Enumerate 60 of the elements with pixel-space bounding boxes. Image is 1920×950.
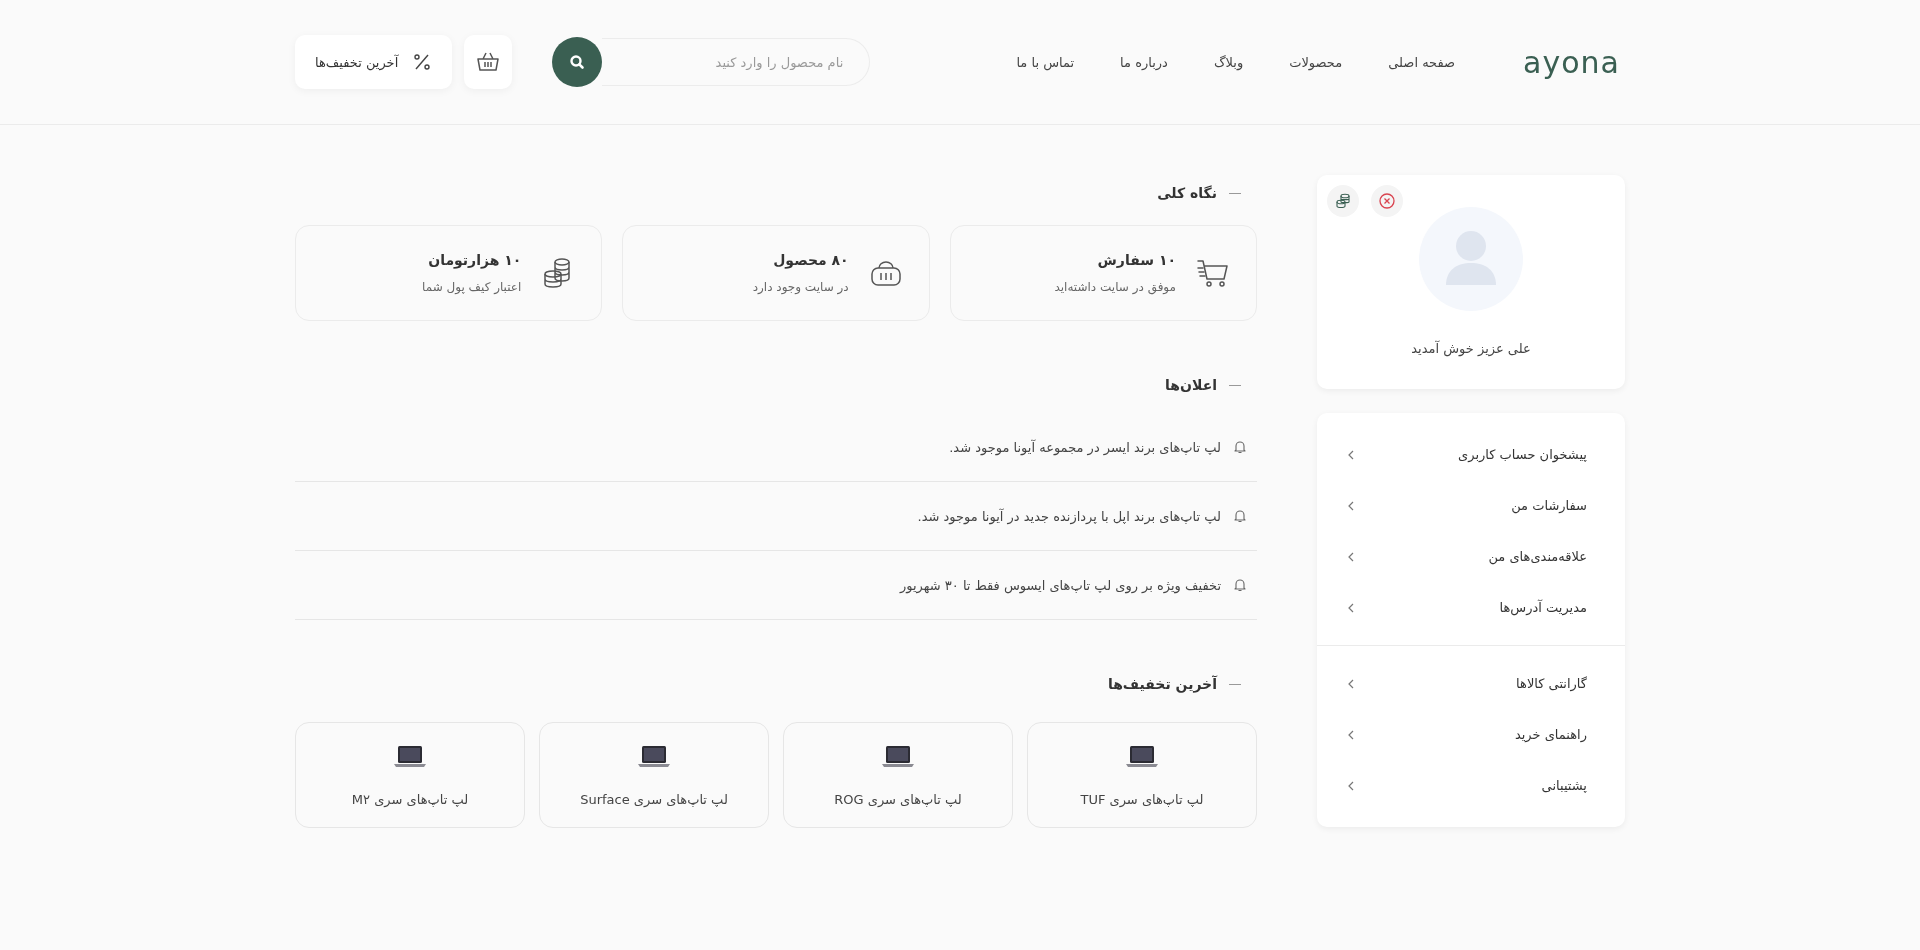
laptop-drawing bbox=[637, 743, 671, 770]
announcement-text: تخفیف ویژه بر روی لپ تاپ‌های ایسوس فقط تا ۳۰ شهریور bbox=[900, 577, 1221, 593]
menu-item[interactable]: گارانتی کالاها bbox=[1317, 658, 1625, 709]
logout-button[interactable] bbox=[1371, 185, 1403, 217]
chevron-icon bbox=[1347, 677, 1355, 690]
chevron-icon bbox=[1347, 728, 1355, 741]
product-card[interactable]: لپ تاپ‌های سری Surface bbox=[539, 722, 769, 828]
product-card[interactable]: لپ تاپ‌های سری M۲ bbox=[295, 722, 525, 828]
chevron-icon bbox=[1347, 499, 1355, 512]
product-title: لپ تاپ‌های سری ROG bbox=[834, 791, 962, 807]
stat-caption: موفق در سایت داشته‌اید bbox=[1054, 280, 1176, 294]
menu-item[interactable]: علاقه‌مندی‌های من bbox=[1317, 531, 1625, 582]
menu-item[interactable]: پیشخوان حساب کاربری bbox=[1317, 429, 1625, 480]
menu-item[interactable]: راهنمای خرید bbox=[1317, 709, 1625, 760]
search-icon bbox=[569, 54, 586, 70]
menu-item[interactable]: پشتیبانی bbox=[1317, 760, 1625, 811]
product-card[interactable]: لپ تاپ‌های سری ROG bbox=[783, 722, 1013, 828]
product-card[interactable]: لپ تاپ‌های سری TUF bbox=[1027, 722, 1257, 828]
nav-link[interactable]: محصولات bbox=[1289, 54, 1343, 70]
section-title: آخرین تخفیف‌ها bbox=[1107, 676, 1217, 692]
chevron-icon bbox=[1347, 448, 1355, 461]
percent-icon bbox=[412, 52, 433, 72]
product-title: لپ تاپ‌های سری M۲ bbox=[351, 791, 469, 807]
chevron-icon bbox=[1347, 779, 1355, 792]
stat-caption: اعتبار کیف پول شما bbox=[422, 280, 522, 294]
product-title: لپ تاپ‌های سری Surface bbox=[580, 791, 728, 807]
stat-caption: در سایت وجود دارد bbox=[752, 280, 849, 294]
stat-value: ۸۰ محصول bbox=[772, 252, 849, 268]
coins-icon bbox=[1334, 192, 1352, 210]
section-title: اعلان‌ها bbox=[1165, 377, 1217, 393]
nav-link[interactable]: صفحه اصلی bbox=[1388, 54, 1456, 70]
basket-button[interactable] bbox=[464, 35, 513, 89]
search-field[interactable]: نام محصول را وارد کنید bbox=[602, 38, 871, 86]
section-title: نگاه کلی bbox=[1157, 185, 1217, 201]
basket-icon bbox=[476, 51, 501, 73]
bell-icon bbox=[1233, 440, 1247, 454]
search-button[interactable] bbox=[552, 37, 603, 87]
nav-link[interactable]: تماس با ما bbox=[1016, 54, 1075, 70]
chevron-icon bbox=[1347, 601, 1355, 614]
laptop-drawing bbox=[1125, 743, 1159, 770]
stat-value: ۱۰ هزارتومان bbox=[427, 252, 522, 268]
laptop-drawing bbox=[881, 743, 915, 770]
bell-icon bbox=[1233, 509, 1247, 523]
menu-item[interactable]: مدیریت آدرس‌ها bbox=[1317, 582, 1625, 633]
nav-link[interactable]: وبلاگ bbox=[1213, 54, 1244, 70]
chevron-icon bbox=[1347, 550, 1355, 563]
bell-icon bbox=[1233, 578, 1247, 592]
close-icon bbox=[1378, 192, 1396, 210]
menu-item[interactable]: سفارشات من bbox=[1317, 480, 1625, 531]
laptop-drawing bbox=[393, 743, 427, 770]
nav-link[interactable]: درباره ما bbox=[1120, 54, 1168, 70]
product-title: لپ تاپ‌های سری TUF bbox=[1080, 791, 1204, 807]
welcome-text: علی عزیز خوش آمدید bbox=[1411, 341, 1531, 356]
discounts-button[interactable]: آخرین تخفیف‌ها bbox=[295, 35, 453, 89]
announcement-text: لپ تاپ‌های برند ایسر در مجموعه آیونا موجود شد. bbox=[949, 439, 1221, 455]
avatar-icon bbox=[1419, 207, 1523, 311]
logo[interactable]: ayona bbox=[1523, 44, 1620, 80]
announcement-text: لپ تاپ‌های برند اپل با پردازنده جدید در آیونا موجود شد. bbox=[917, 508, 1221, 524]
stat-value: ۱۰ سفارش bbox=[1096, 252, 1176, 268]
wallet-button[interactable] bbox=[1327, 185, 1359, 217]
